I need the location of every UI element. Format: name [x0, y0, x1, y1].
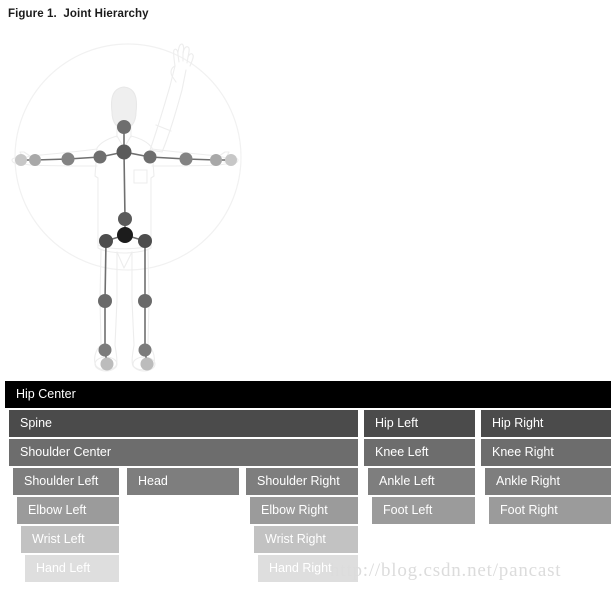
hierarchy-node-wrist-right[interactable]: Wrist Right	[254, 526, 358, 553]
joint-head	[117, 120, 131, 134]
hierarchy-node-ankle-right[interactable]: Ankle Right	[485, 468, 611, 495]
joint-wrist-right	[210, 154, 222, 166]
hierarchy-node-foot-left[interactable]: Foot Left	[372, 497, 475, 524]
hierarchy-node-label: Wrist Left	[32, 532, 85, 546]
hierarchy-node-label: Knee Left	[375, 445, 429, 459]
joint-ankle-left	[98, 343, 112, 357]
joint-foot-left	[100, 357, 114, 371]
page-title: Figure 1. Joint Hierarchy	[8, 8, 149, 20]
hierarchy-node-label: Foot Right	[500, 503, 558, 517]
hierarchy-node-knee-right[interactable]: Knee Right	[481, 439, 611, 466]
hierarchy-node-elbow-right[interactable]: Elbow Right	[250, 497, 358, 524]
hierarchy-node-label: Shoulder Center	[20, 445, 112, 459]
hierarchy-node-label: Elbow Left	[28, 503, 87, 517]
joint-hand-right	[225, 154, 237, 166]
joint-spine	[118, 212, 132, 226]
hierarchy-node-label: Knee Right	[492, 445, 554, 459]
hierarchy-node-label: Hip Right	[492, 416, 544, 430]
hierarchy-node-wrist-left[interactable]: Wrist Left	[21, 526, 119, 553]
hierarchy-node-label: Wrist Right	[265, 532, 326, 546]
joint-hand-left	[15, 154, 27, 166]
joint-wrist-left	[29, 154, 41, 166]
joint-shoulder-right	[143, 150, 157, 164]
hierarchy-node-label: Foot Left	[383, 503, 433, 517]
joint-foot-right	[140, 357, 154, 371]
hierarchy-node-hand-left[interactable]: Hand Left	[25, 555, 119, 582]
hierarchy-node-label: Ankle Right	[496, 474, 560, 488]
hierarchy-node-label: Spine	[20, 416, 52, 430]
hierarchy-node-label: Hand Left	[36, 561, 91, 575]
hierarchy-node-label: Elbow Right	[261, 503, 328, 517]
hierarchy-node-head[interactable]: Head	[127, 468, 239, 495]
joint-shoulder-left	[93, 150, 107, 164]
hierarchy-node-hip-right[interactable]: Hip Right	[481, 410, 611, 437]
joint-knee-left	[98, 294, 112, 308]
hierarchy-node-label: Shoulder Right	[257, 474, 340, 488]
hierarchy-node-label: Hand Right	[269, 561, 332, 575]
hierarchy-node-hand-right[interactable]: Hand Right	[258, 555, 358, 582]
hierarchy-node-knee-left[interactable]: Knee Left	[364, 439, 475, 466]
figure-page: Figure 1. Joint Hierarchy Hip Center Spi…	[0, 0, 616, 591]
hierarchy-node-ankle-left[interactable]: Ankle Left	[368, 468, 475, 495]
hierarchy-node-foot-right[interactable]: Foot Right	[489, 497, 611, 524]
hierarchy-node-hip-left[interactable]: Hip Left	[364, 410, 475, 437]
skeleton-figure	[0, 34, 300, 378]
hierarchy-node-hip-center[interactable]: Hip Center	[5, 381, 611, 408]
hierarchy-node-shoulder-center[interactable]: Shoulder Center	[9, 439, 358, 466]
hierarchy-node-label: Head	[138, 474, 168, 488]
hierarchy-node-shoulder-left[interactable]: Shoulder Left	[13, 468, 119, 495]
joint-elbow-right	[179, 152, 193, 166]
joint-ankle-right	[138, 343, 152, 357]
hierarchy-node-label: Ankle Left	[379, 474, 435, 488]
joint-elbow-left	[61, 152, 75, 166]
hierarchy-node-shoulder-right[interactable]: Shoulder Right	[246, 468, 358, 495]
joint-hip-left	[99, 234, 113, 248]
hierarchy-node-spine[interactable]: Spine	[9, 410, 358, 437]
skeleton-svg	[11, 43, 242, 372]
skeleton-bones	[20, 126, 232, 365]
joint-hip-center	[117, 227, 133, 243]
hierarchy-node-label: Shoulder Left	[24, 474, 99, 488]
hierarchy-node-elbow-left[interactable]: Elbow Left	[17, 497, 119, 524]
joint-knee-right	[138, 294, 152, 308]
joint-hierarchy-diagram: Hip Center Spine Hip Left Hip Right Shoulder…	[0, 381, 616, 587]
hierarchy-node-label: Hip Center	[16, 387, 76, 401]
joint-shoulder-center	[116, 144, 132, 160]
skeleton-joints	[15, 120, 237, 371]
joint-hip-right	[138, 234, 152, 248]
hierarchy-node-label: Hip Left	[375, 416, 419, 430]
